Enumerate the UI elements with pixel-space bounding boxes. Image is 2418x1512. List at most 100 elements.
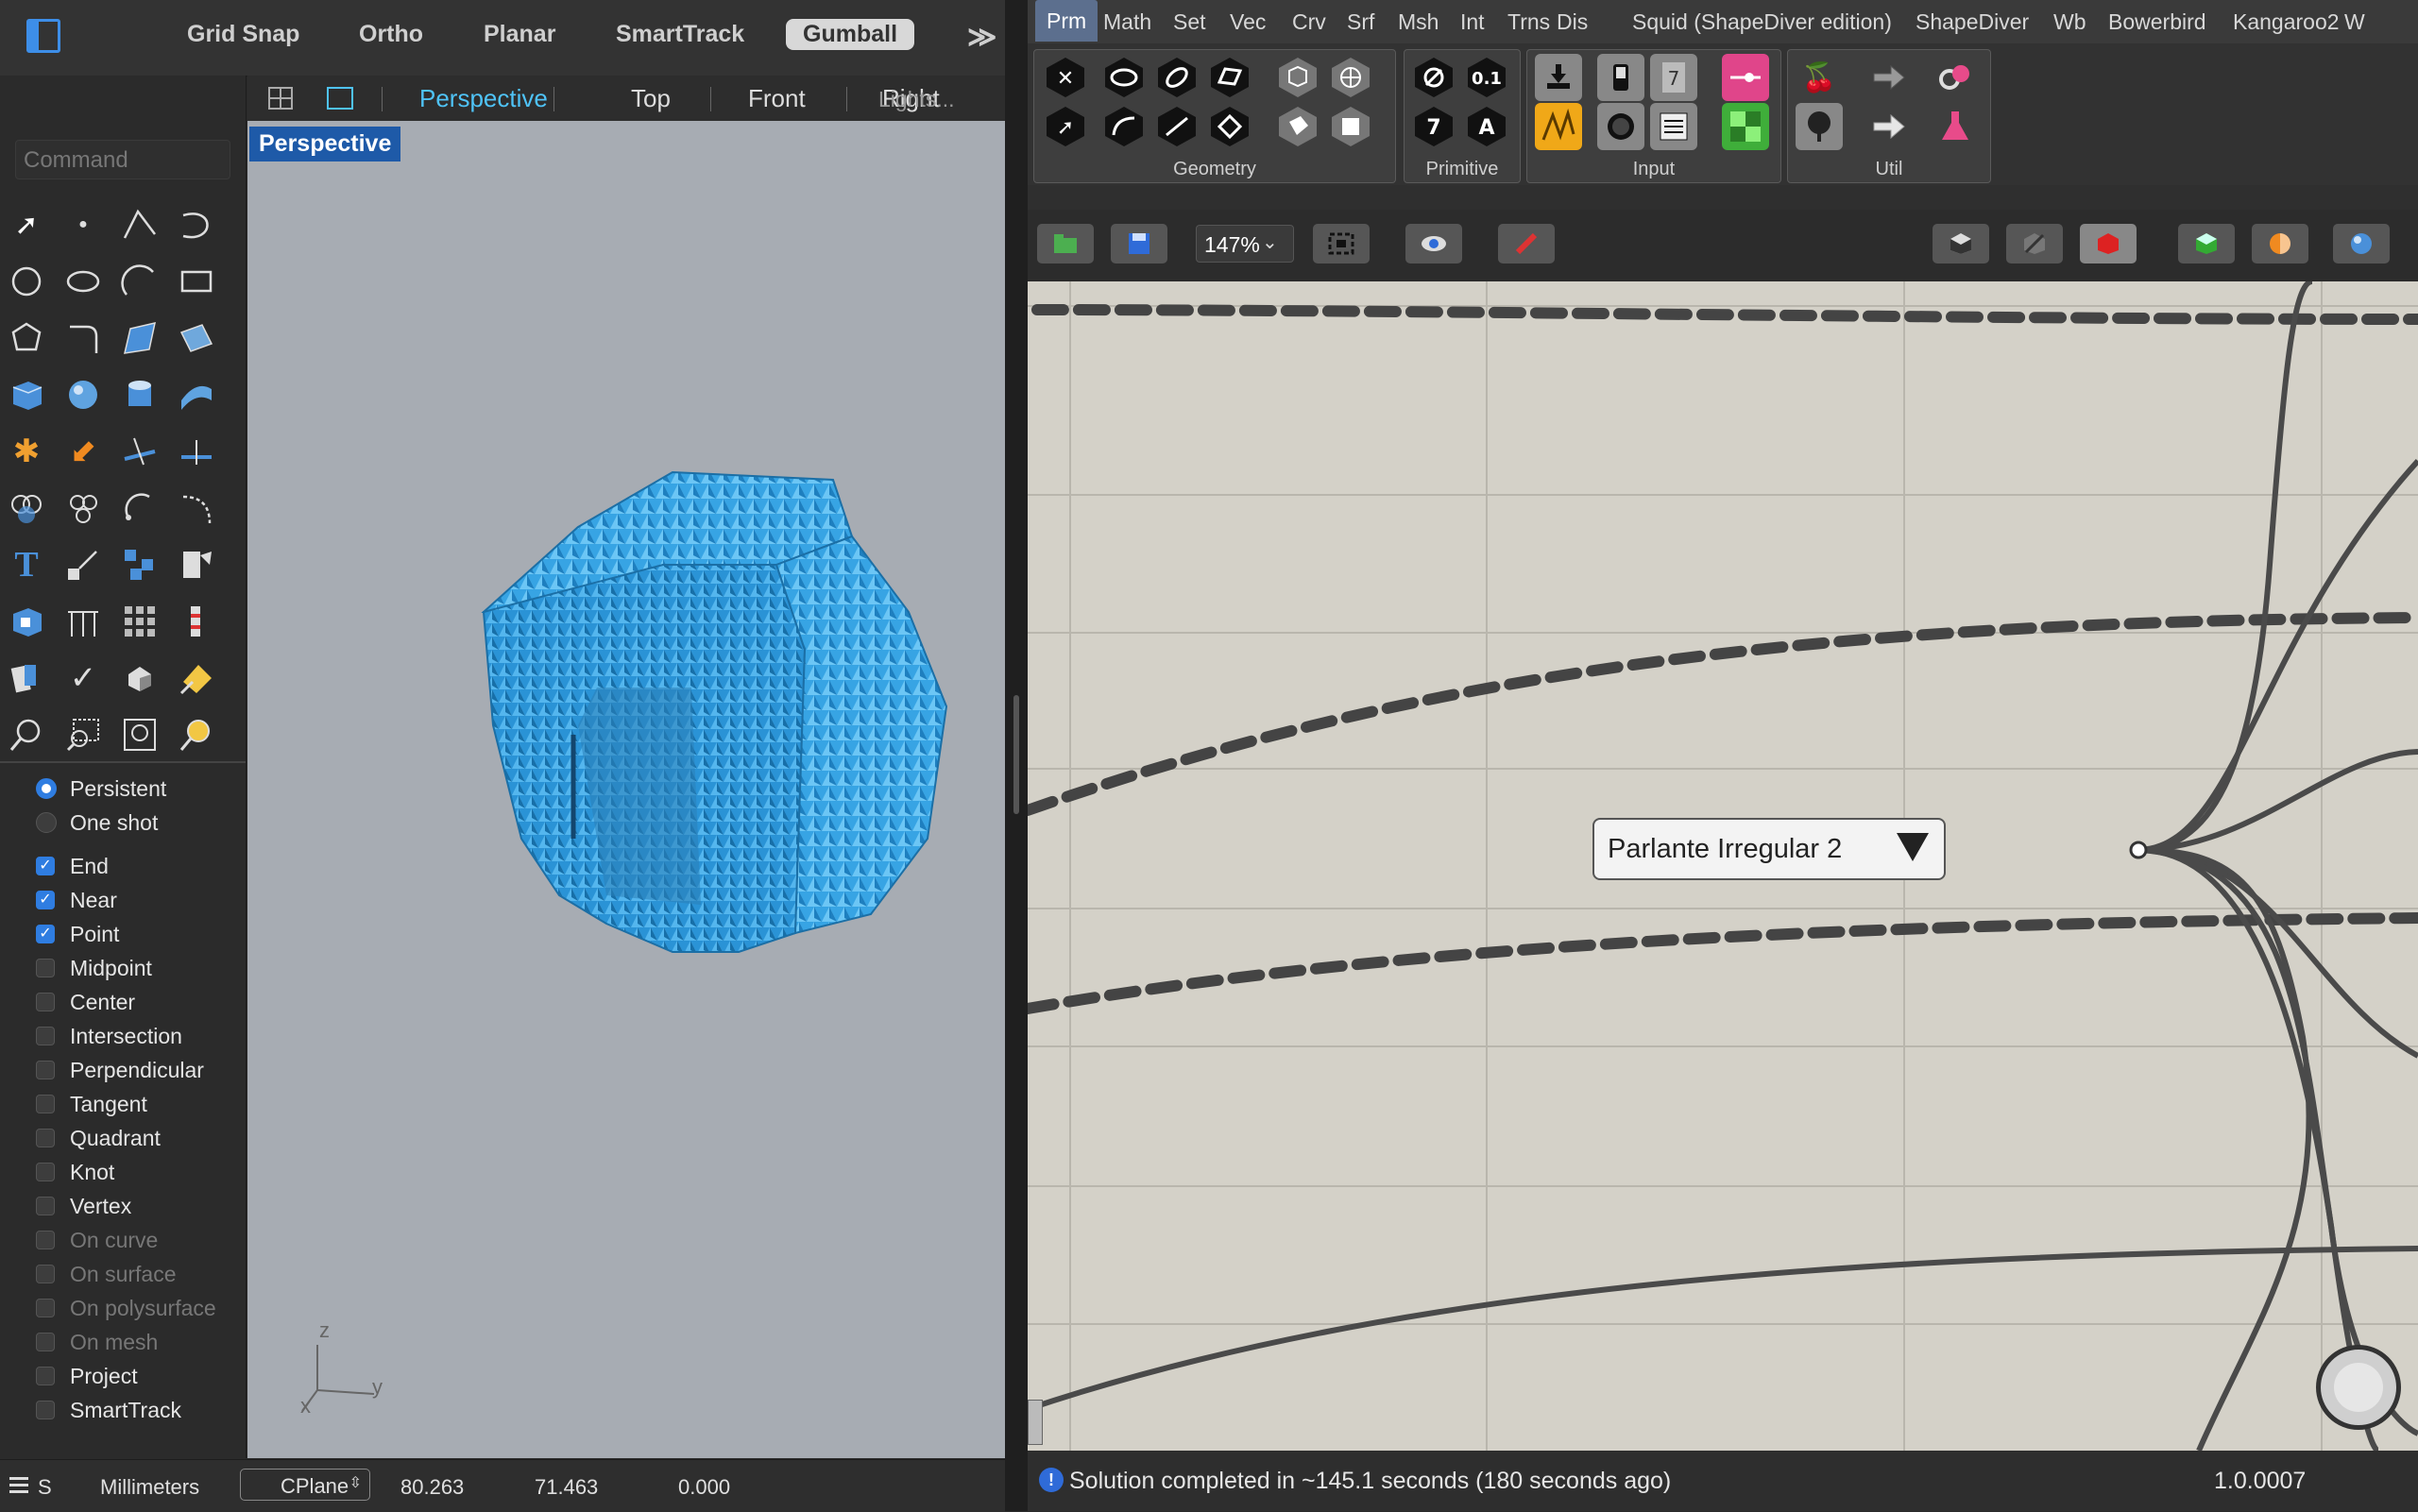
- canvas-edge-handle[interactable]: [1028, 1400, 1043, 1445]
- ungroup-icon[interactable]: [62, 487, 104, 529]
- checkbox-icon[interactable]: [36, 1129, 55, 1147]
- dropdown-triangle-icon[interactable]: [1897, 833, 1929, 861]
- tab-front[interactable]: Front: [748, 84, 806, 113]
- tree-icon[interactable]: [1796, 103, 1843, 150]
- checkbox-icon[interactable]: [36, 1163, 55, 1181]
- osnap-end[interactable]: ✓ End: [36, 852, 109, 880]
- circle-param-icon[interactable]: [1100, 54, 1148, 101]
- zoom-dropdown-icon[interactable]: ⌄: [1262, 230, 1278, 254]
- four-viewports-icon[interactable]: [268, 87, 293, 110]
- canvas-navigation-widget[interactable]: [2316, 1345, 2401, 1430]
- zoom-extents-icon[interactable]: [119, 714, 161, 756]
- text-icon[interactable]: T: [6, 544, 47, 586]
- curve-icon[interactable]: [176, 204, 217, 246]
- toggle-planar[interactable]: Planar: [484, 21, 555, 48]
- lights-button[interactable]: Lights...: [878, 87, 955, 112]
- point-icon[interactable]: ●: [62, 204, 104, 246]
- render-icon[interactable]: [119, 657, 161, 699]
- forward-arrow-icon[interactable]: [1865, 54, 1913, 101]
- text-param-icon[interactable]: A: [1463, 103, 1510, 150]
- cherry-picker-icon[interactable]: 🍒: [1796, 54, 1843, 101]
- checkbox-checked-icon[interactable]: ✓: [36, 857, 55, 875]
- more-toggles-icon[interactable]: ≫: [967, 21, 996, 54]
- checkbox-icon[interactable]: [36, 1027, 55, 1045]
- preview-material-button[interactable]: [2252, 224, 2308, 263]
- preview-wire-button[interactable]: [1933, 224, 1989, 263]
- checkbox-icon[interactable]: [36, 1401, 55, 1419]
- arc-icon[interactable]: [119, 261, 161, 302]
- radio-icon[interactable]: [36, 812, 57, 833]
- flask-icon[interactable]: [1932, 103, 1979, 150]
- gh-tab-srf[interactable]: Srf: [1347, 9, 1374, 35]
- solid-tools-icon[interactable]: [6, 601, 47, 642]
- paint-icon[interactable]: [176, 544, 217, 586]
- tab-top[interactable]: Top: [631, 84, 671, 113]
- gh-tab-vec[interactable]: Vec: [1230, 9, 1266, 35]
- open-file-button[interactable]: [1037, 224, 1094, 263]
- window-divider[interactable]: [1005, 0, 1028, 1511]
- checkbox-icon[interactable]: [36, 1061, 55, 1079]
- toggle-smarttrack[interactable]: SmartTrack: [616, 21, 744, 48]
- gh-tab-trns[interactable]: Trns: [1507, 9, 1550, 35]
- geometry-cross-icon[interactable]: ✕: [1042, 54, 1089, 101]
- osnap-knot[interactable]: Knot: [36, 1158, 114, 1186]
- preview-off-button[interactable]: [2006, 224, 2063, 263]
- osnap-vertex[interactable]: Vertex: [36, 1192, 131, 1220]
- check-icon[interactable]: ✓: [62, 657, 104, 699]
- toggle-param-icon[interactable]: [1597, 54, 1644, 101]
- zoom-extents-button[interactable]: [1313, 224, 1370, 263]
- gh-tab-crv[interactable]: Crv: [1292, 9, 1326, 35]
- surface-edit-icon[interactable]: [176, 374, 217, 416]
- osnap-tangent[interactable]: Tangent: [36, 1090, 147, 1118]
- grid-icon[interactable]: [119, 601, 161, 642]
- osnap-near[interactable]: ✓ Near: [36, 886, 117, 914]
- gradient-icon[interactable]: [1722, 103, 1769, 150]
- gh-tab-w[interactable]: W: [2344, 9, 2365, 35]
- save-file-button[interactable]: [1111, 224, 1167, 263]
- material-icon[interactable]: [176, 657, 217, 699]
- relay-arrow-icon[interactable]: [1865, 103, 1913, 150]
- line-param-icon[interactable]: [1153, 103, 1200, 150]
- polyline-icon[interactable]: [119, 204, 161, 246]
- geometry-cache-icon[interactable]: [1327, 103, 1374, 150]
- boolean-param-icon[interactable]: [1410, 54, 1457, 101]
- extrude-surface-icon[interactable]: [176, 317, 217, 359]
- toggle-gumball[interactable]: Gumball: [786, 19, 915, 50]
- preview-sphere-button[interactable]: [2333, 224, 2390, 263]
- toggle-ortho[interactable]: Ortho: [359, 21, 423, 48]
- command-input[interactable]: Command: [15, 140, 230, 179]
- perspective-viewport[interactable]: [247, 121, 1005, 1458]
- link-pink-icon[interactable]: [1932, 54, 1979, 101]
- zoom-level-field[interactable]: 147%: [1196, 225, 1294, 263]
- osnap-perpendicular[interactable]: Perpendicular: [36, 1056, 204, 1084]
- osnap-quadrant[interactable]: Quadrant: [36, 1124, 161, 1152]
- zoom-window-icon[interactable]: [62, 714, 104, 756]
- single-viewport-icon[interactable]: [327, 87, 353, 110]
- integer-param-icon[interactable]: 7: [1410, 103, 1457, 150]
- checkbox-checked-icon[interactable]: ✓: [36, 891, 55, 909]
- surface-icon[interactable]: [119, 317, 161, 359]
- osnap-project[interactable]: Project: [36, 1362, 138, 1390]
- bend-icon[interactable]: [176, 487, 217, 529]
- viewport-label[interactable]: Perspective: [249, 127, 401, 161]
- osnap-mode-one-shot[interactable]: One shot: [36, 808, 158, 837]
- checkbox-icon[interactable]: [36, 1197, 55, 1215]
- cplane-select[interactable]: CPlane ⇳: [240, 1469, 370, 1501]
- gh-tab-prm[interactable]: Prm: [1035, 0, 1098, 42]
- curve-param-icon[interactable]: [1100, 103, 1148, 150]
- preview-selected-button[interactable]: [2178, 224, 2235, 263]
- gh-tab-int[interactable]: Int: [1460, 9, 1485, 35]
- gh-tab-kangaroo2[interactable]: Kangaroo2: [2233, 9, 2340, 35]
- gh-tab-dis[interactable]: Dis: [1557, 9, 1588, 35]
- units-label[interactable]: Millimeters: [100, 1475, 199, 1500]
- plane-param-icon[interactable]: [1206, 103, 1253, 150]
- value-list-icon[interactable]: [1650, 103, 1697, 150]
- dimension-icon[interactable]: [62, 601, 104, 642]
- sidebar-toggle-icon[interactable]: [26, 19, 60, 53]
- number-param-icon[interactable]: 0.1: [1463, 54, 1510, 101]
- polygon-icon[interactable]: [6, 317, 47, 359]
- osnap-point[interactable]: ✓ Point: [36, 920, 119, 948]
- gh-tab-wb[interactable]: Wb: [2053, 9, 2086, 35]
- group-icon[interactable]: [6, 487, 47, 529]
- gh-tab-set[interactable]: Set: [1173, 9, 1206, 35]
